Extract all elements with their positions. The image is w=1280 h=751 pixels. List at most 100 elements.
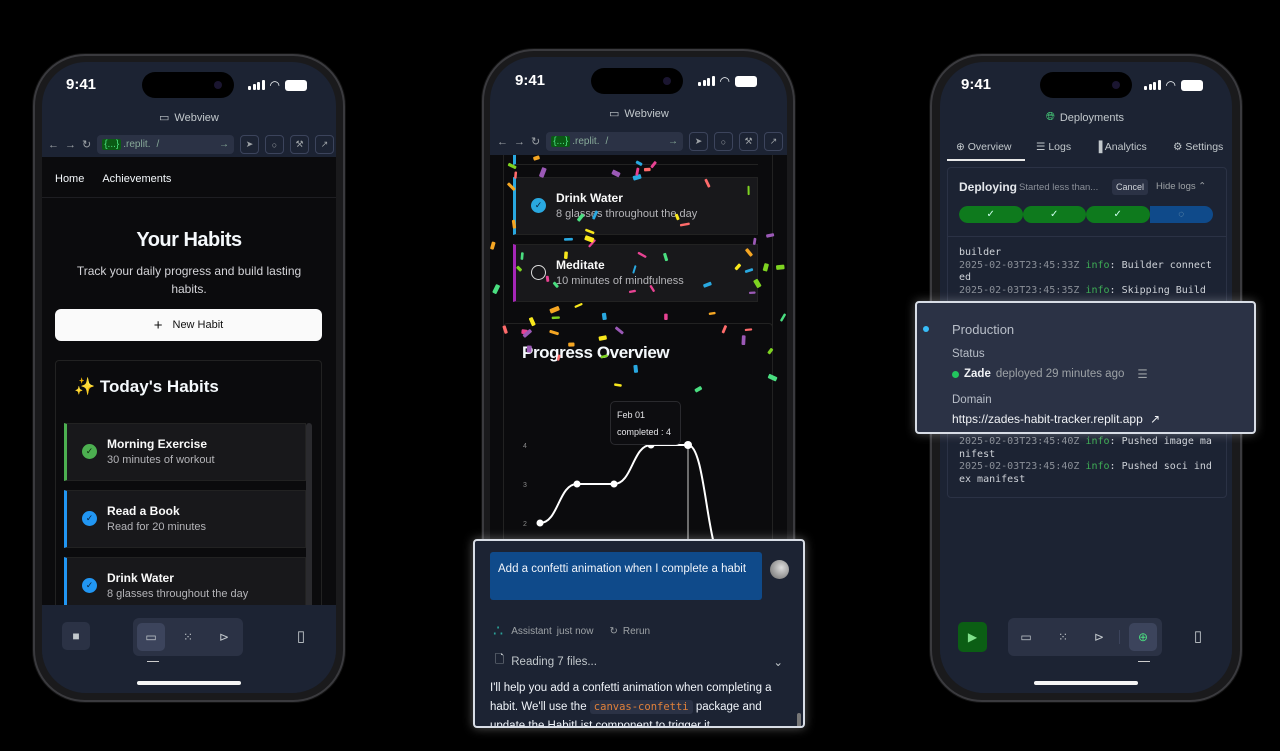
- home-indicator: [137, 681, 241, 685]
- check-icon[interactable]: ✓: [82, 444, 97, 459]
- confetti-piece: [632, 265, 637, 274]
- open-external-icon[interactable]: ↗: [764, 132, 783, 151]
- confetti-piece: [734, 263, 742, 271]
- confetti-piece: [551, 316, 560, 320]
- confetti-piece: [601, 312, 607, 321]
- back-icon[interactable]: ←: [48, 139, 59, 151]
- confetti-piece: [563, 251, 568, 259]
- deployment-tabs: ⊕ Overview ☰ Logs ▐ Analytics ⚙ Settings: [940, 139, 1232, 161]
- confetti-piece: [721, 325, 727, 334]
- rerun-button[interactable]: ↻ Rerun: [609, 626, 650, 637]
- webview-tab-icon[interactable]: ▭: [1012, 623, 1040, 651]
- status-icons: ◠: [698, 74, 757, 88]
- devtools-icon[interactable]: ○: [265, 135, 284, 154]
- confetti-piece: [585, 228, 595, 235]
- bottom-toolbar: ■ ▭ ⁙ ⊳ ▯: [42, 605, 336, 693]
- wrench-icon[interactable]: ⚒: [290, 135, 309, 154]
- check-icon[interactable]: ✓: [82, 578, 97, 593]
- url-input[interactable]: {...} .replit. / →: [97, 135, 234, 154]
- webview-tab-icon[interactable]: ▭: [137, 623, 165, 651]
- confetti-piece: [552, 281, 559, 288]
- confetti-piece: [775, 264, 785, 270]
- device-toggle-icon[interactable]: ▯: [287, 622, 315, 650]
- grid-icon[interactable]: ⁙: [174, 623, 202, 651]
- confetti-piece: [633, 364, 639, 373]
- new-habit-button[interactable]: + New Habit: [55, 309, 322, 341]
- nav-home[interactable]: Home: [55, 173, 84, 185]
- reading-files-row[interactable]: 🗋 Reading 7 files... ⌄: [495, 652, 783, 671]
- url-input[interactable]: {...} .replit. / →: [546, 132, 683, 151]
- history-list-icon[interactable]: ☰: [1137, 367, 1147, 381]
- open-external-icon[interactable]: ↗: [315, 135, 334, 154]
- refresh-icon[interactable]: ↻: [82, 138, 91, 151]
- deploy-progress: ✓ ✓ ✓ ◌: [959, 206, 1213, 223]
- signal-icon: [698, 76, 715, 86]
- build-logs-continued: 2025-02-03T23:45:40Z info: Pushed image …: [959, 436, 1217, 486]
- external-link-icon[interactable]: ↗: [1150, 412, 1160, 426]
- nav-achievements[interactable]: Achievements: [102, 173, 171, 185]
- confetti-piece: [507, 182, 516, 191]
- confetti-piece: [649, 285, 655, 292]
- refresh-icon[interactable]: ↻: [531, 135, 540, 148]
- habit-item[interactable]: ✓ Morning Exercise 30 minutes of workout: [64, 423, 306, 481]
- confetti-piece: [584, 235, 595, 243]
- plus-icon: +: [153, 316, 163, 334]
- hide-logs-button[interactable]: Hide logs ⌃: [1156, 181, 1206, 192]
- confetti-piece: [490, 241, 496, 250]
- send-icon[interactable]: ➤: [240, 135, 259, 154]
- forward-icon[interactable]: →: [514, 136, 525, 148]
- tab-settings[interactable]: ⚙ Settings: [1173, 141, 1223, 153]
- domain-link[interactable]: https://zades-habit-tracker.replit.app ↗: [952, 412, 1160, 426]
- domain-label: Domain: [952, 394, 992, 406]
- y-tick-label: 4: [523, 443, 527, 450]
- confetti-piece: [556, 354, 561, 361]
- go-icon[interactable]: →: [668, 136, 678, 147]
- user-avatar[interactable]: [770, 560, 789, 579]
- data-point: [684, 441, 692, 449]
- grid-icon[interactable]: ⁙: [1049, 623, 1077, 651]
- status-time: 9:41: [961, 76, 992, 93]
- git-icon[interactable]: ⊳: [210, 623, 238, 651]
- chevron-up-icon: ⌃: [1198, 181, 1207, 192]
- forward-icon[interactable]: →: [65, 139, 76, 151]
- bottom-toolbar: ▶ ▭ ⁙ ⊳ ⊕ ▯: [940, 605, 1232, 693]
- confetti-piece: [704, 178, 711, 188]
- git-icon[interactable]: ⊳: [1085, 623, 1113, 651]
- back-icon[interactable]: ←: [497, 136, 508, 148]
- webview-title: ▭ Webview: [159, 111, 219, 125]
- battery-icon: [1180, 79, 1203, 91]
- build-logs: builder 2025-02-03T23:45:33Z info: Build…: [959, 247, 1217, 297]
- cancel-button[interactable]: Cancel: [1112, 179, 1149, 195]
- confetti-piece: [635, 160, 643, 166]
- confetti-piece: [745, 248, 753, 257]
- chevron-down-icon[interactable]: ⌄: [773, 655, 783, 669]
- devtools-icon[interactable]: ○: [714, 132, 733, 151]
- step-done: ✓: [959, 206, 1023, 223]
- scrollbar[interactable]: [797, 713, 801, 726]
- ai-chat-panel: Add a confetti animation when I complete…: [473, 539, 805, 728]
- send-icon[interactable]: ➤: [689, 132, 708, 151]
- deployments-tab-icon[interactable]: ⊕: [1129, 623, 1157, 651]
- check-icon[interactable]: ✓: [82, 511, 97, 526]
- confetti-piece: [744, 268, 754, 273]
- habit-item[interactable]: ✓ Read a Book Read for 20 minutes: [64, 490, 306, 548]
- confetti-piece: [549, 306, 560, 314]
- url-bar: ← → ↻ {...} .replit. / → ➤ ○ ⚒ ↗: [48, 135, 334, 154]
- stop-button[interactable]: ■: [62, 622, 90, 650]
- confetti-piece: [762, 263, 769, 272]
- tab-overview[interactable]: ⊕ Overview: [956, 141, 1012, 153]
- tab-analytics[interactable]: ▐ Analytics: [1095, 141, 1147, 153]
- confetti-piece: [492, 284, 500, 294]
- device-toggle-icon[interactable]: ▯: [1184, 622, 1212, 650]
- confetti-piece: [598, 335, 607, 341]
- production-popover: Production Status Zade deployed 29 minut…: [915, 301, 1256, 434]
- confetti-piece: [694, 386, 703, 393]
- confetti-piece: [674, 213, 680, 221]
- run-button[interactable]: ▶: [958, 622, 987, 652]
- scrollbar[interactable]: [306, 423, 312, 613]
- assistant-header: ∴ Assistant just now ↻ Rerun: [493, 623, 651, 640]
- tab-logs[interactable]: ☰ Logs: [1036, 141, 1071, 153]
- go-icon[interactable]: →: [219, 139, 229, 150]
- wrench-icon[interactable]: ⚒: [739, 132, 758, 151]
- confetti-piece: [600, 354, 608, 359]
